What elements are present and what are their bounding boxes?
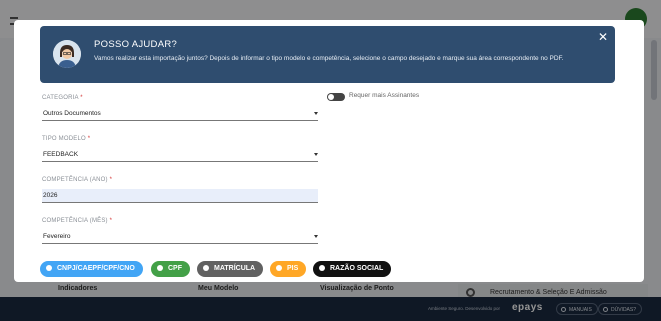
chevron-down-icon xyxy=(314,112,318,115)
categoria-value: Outros Documentos xyxy=(43,110,101,117)
radio-dot-icon xyxy=(319,265,325,271)
tipo-modelo-value: FEEDBACK xyxy=(43,151,79,158)
help-banner: POSSO AJUDAR? Vamos realizar esta import… xyxy=(40,26,615,83)
categoria-select[interactable]: Outros Documentos xyxy=(42,107,318,121)
toggle-knob xyxy=(328,94,334,100)
chevron-down-icon xyxy=(314,235,318,238)
categoria-field: CATEGORIA * Outros Documentos xyxy=(42,95,318,121)
categoria-label: CATEGORIA * xyxy=(42,95,83,101)
radio-dot-icon xyxy=(203,265,209,271)
tipo-modelo-label: TIPO MODELO * xyxy=(42,136,91,142)
competencia-mes-select[interactable]: Fevereiro xyxy=(42,230,318,244)
chip-label: PIS xyxy=(287,265,299,272)
chip-cnpj[interactable]: CNPJ/CAEPF/CPF/CNO xyxy=(40,261,143,277)
chip-label: RAZÃO SOCIAL xyxy=(330,265,384,272)
competencia-ano-input[interactable]: 2026 xyxy=(42,189,318,203)
help-title: POSSO AJUDAR? xyxy=(94,39,178,50)
radio-dot-icon xyxy=(157,265,163,271)
help-text: Vamos realizar esta importação juntos? D… xyxy=(94,55,564,62)
competencia-mes-field: COMPETÊNCIA (MÊS) * Fevereiro xyxy=(42,218,318,244)
competencia-ano-value: 2026 xyxy=(43,192,58,199)
tipo-modelo-select[interactable]: FEEDBACK xyxy=(42,148,318,162)
close-icon[interactable]: ✕ xyxy=(597,31,609,43)
competencia-ano-label: COMPETÊNCIA (ANO) * xyxy=(42,177,113,183)
chip-cpf[interactable]: CPF xyxy=(151,261,190,277)
signers-toggle-label: Requer mais Assinantes xyxy=(349,92,420,99)
import-modal: POSSO AJUDAR? Vamos realizar esta import… xyxy=(14,20,644,282)
competencia-ano-field: COMPETÊNCIA (ANO) * 2026 xyxy=(42,177,318,203)
chip-matricula[interactable]: MATRÍCULA xyxy=(197,261,264,277)
chip-razao-social[interactable]: RAZÃO SOCIAL xyxy=(313,261,392,277)
chevron-down-icon xyxy=(314,153,318,156)
competencia-mes-label: COMPETÊNCIA (MÊS) * xyxy=(42,218,113,224)
chip-label: CNPJ/CAEPF/CPF/CNO xyxy=(57,265,135,272)
tipo-modelo-field: TIPO MODELO * FEEDBACK xyxy=(42,136,318,162)
chip-pis[interactable]: PIS xyxy=(270,261,307,277)
radio-dot-icon xyxy=(46,265,52,271)
chip-label: MATRÍCULA xyxy=(214,265,256,272)
signers-toggle[interactable] xyxy=(327,93,345,101)
chip-label: CPF xyxy=(168,265,182,272)
radio-dot-icon xyxy=(276,265,282,271)
competencia-mes-value: Fevereiro xyxy=(43,233,71,240)
assistant-avatar xyxy=(53,40,81,68)
